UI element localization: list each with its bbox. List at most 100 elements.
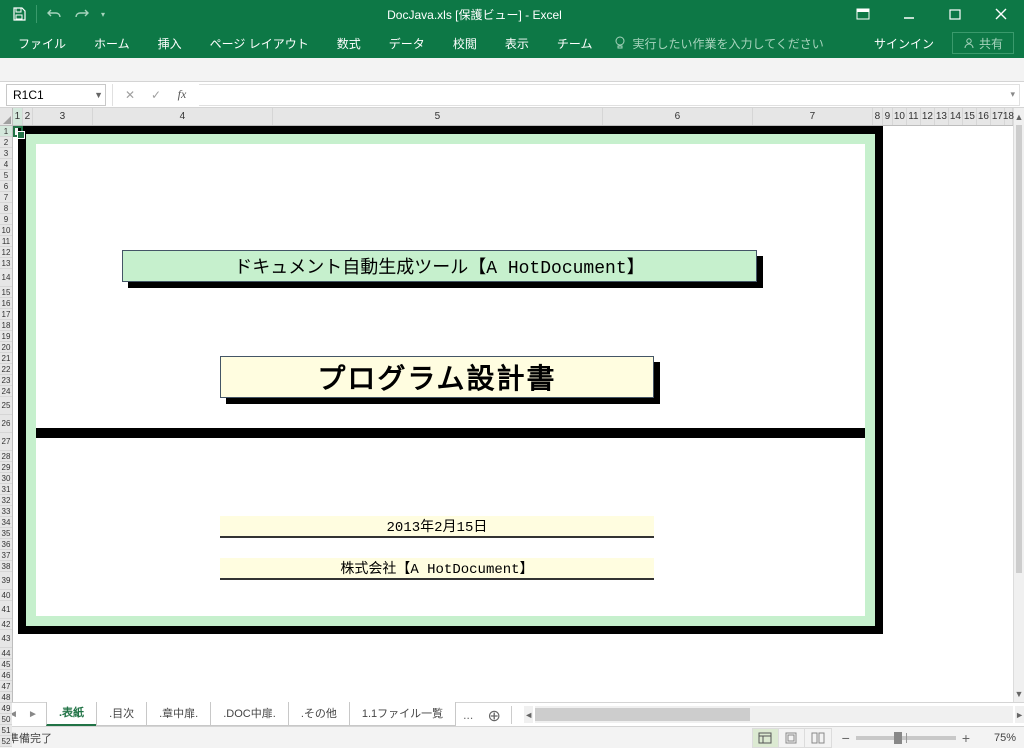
hscroll-track[interactable]: [535, 706, 1013, 723]
column-header[interactable]: 10: [893, 108, 907, 125]
tab-team[interactable]: チーム: [543, 28, 607, 58]
row-header[interactable]: 17: [0, 309, 12, 320]
row-header[interactable]: 29: [0, 462, 12, 473]
zoom-slider[interactable]: [856, 736, 956, 740]
name-box[interactable]: R1C1 ▼: [6, 84, 106, 106]
row-header[interactable]: 24: [0, 386, 12, 397]
scroll-up-button[interactable]: ▲: [1014, 108, 1024, 125]
row-header[interactable]: 49: [0, 703, 12, 714]
column-header[interactable]: 11: [907, 108, 921, 125]
row-header[interactable]: 25: [0, 397, 12, 415]
tab-insert[interactable]: 挿入: [144, 28, 196, 58]
row-header[interactable]: 36: [0, 539, 12, 550]
tab-view[interactable]: 表示: [491, 28, 543, 58]
tab-file[interactable]: ファイル: [4, 28, 80, 58]
column-header[interactable]: 16: [977, 108, 991, 125]
row-header[interactable]: 5: [0, 170, 12, 181]
row-header[interactable]: 26: [0, 415, 12, 433]
row-header[interactable]: 42: [0, 619, 12, 630]
zoom-out-button[interactable]: −: [842, 730, 850, 746]
row-header[interactable]: 12: [0, 247, 12, 258]
scroll-left-button[interactable]: ◄: [524, 706, 533, 723]
column-header[interactable]: 2: [23, 108, 33, 125]
row-header[interactable]: 3: [0, 148, 12, 159]
column-header[interactable]: 12: [921, 108, 935, 125]
row-header[interactable]: 48: [0, 692, 12, 703]
row-header[interactable]: 30: [0, 473, 12, 484]
sheet-tabs-more[interactable]: ...: [455, 704, 481, 726]
row-header[interactable]: 20: [0, 342, 12, 353]
sheet-tab-other[interactable]: .その他: [288, 701, 350, 726]
column-header[interactable]: 1: [13, 108, 23, 125]
row-header[interactable]: 15: [0, 287, 12, 298]
row-header[interactable]: 1: [0, 126, 12, 137]
column-header[interactable]: 15: [963, 108, 977, 125]
column-header[interactable]: 3: [33, 108, 93, 125]
row-header[interactable]: 32: [0, 495, 12, 506]
new-sheet-button[interactable]: ⊕: [481, 706, 507, 726]
row-header[interactable]: 13: [0, 258, 12, 269]
column-header[interactable]: 5: [273, 108, 603, 125]
chevron-down-icon[interactable]: ▼: [94, 90, 103, 100]
tell-me[interactable]: 実行したい作業を入力してください: [614, 28, 823, 58]
maximize-button[interactable]: [932, 0, 978, 28]
column-header[interactable]: 13: [935, 108, 949, 125]
expand-formula-icon[interactable]: ▾: [1010, 89, 1015, 100]
signin-link[interactable]: サインイン: [862, 28, 946, 58]
cancel-formula-button[interactable]: ✕: [119, 85, 141, 105]
row-header[interactable]: 37: [0, 550, 12, 561]
sheet-tab-toc[interactable]: .目次: [96, 701, 147, 726]
row-header[interactable]: 11: [0, 236, 12, 247]
row-header[interactable]: 7: [0, 192, 12, 203]
cells-viewport[interactable]: ドキュメント自動生成ツール【A HotDocument】 プログラム設計書 20…: [13, 126, 1013, 702]
row-header[interactable]: 51: [0, 725, 12, 736]
sheet-tab-doc[interactable]: .DOC中扉.: [210, 701, 289, 726]
sheet-tab-chapter[interactable]: .章中扉.: [146, 701, 211, 726]
column-header[interactable]: 14: [949, 108, 963, 125]
qat-customize-button[interactable]: ▾: [97, 2, 109, 26]
zoom-slider-thumb[interactable]: [894, 732, 902, 744]
column-header[interactable]: 8: [873, 108, 883, 125]
normal-view-button[interactable]: [753, 729, 779, 747]
formula-input[interactable]: ▾: [199, 84, 1020, 106]
save-button[interactable]: [6, 2, 32, 26]
column-header[interactable]: 6: [603, 108, 753, 125]
tab-formulas[interactable]: 数式: [323, 28, 375, 58]
row-header[interactable]: 34: [0, 517, 12, 528]
row-header[interactable]: 52: [0, 736, 12, 747]
vscroll-track[interactable]: [1014, 125, 1024, 685]
sheet-tab-cover[interactable]: .表紙: [46, 700, 97, 726]
column-header[interactable]: 9: [883, 108, 893, 125]
row-header[interactable]: 19: [0, 331, 12, 342]
sheet-tab-filelist[interactable]: 1.1ファイル一覧: [349, 701, 456, 726]
sheet-nav-next[interactable]: ►: [26, 706, 40, 724]
redo-button[interactable]: [69, 2, 95, 26]
minimize-button[interactable]: [886, 0, 932, 28]
zoom-in-button[interactable]: +: [962, 730, 970, 746]
row-header[interactable]: 18: [0, 320, 12, 331]
row-header[interactable]: 44: [0, 648, 12, 659]
row-header[interactable]: 8: [0, 203, 12, 214]
row-header[interactable]: 10: [0, 225, 12, 236]
row-header[interactable]: 45: [0, 659, 12, 670]
row-header[interactable]: 4: [0, 159, 12, 170]
row-header[interactable]: 39: [0, 572, 12, 590]
enter-formula-button[interactable]: ✓: [145, 85, 167, 105]
row-header[interactable]: 14: [0, 269, 12, 287]
row-header[interactable]: 40: [0, 590, 12, 601]
row-header[interactable]: 23: [0, 375, 12, 386]
column-header[interactable]: 4: [93, 108, 273, 125]
page-layout-view-button[interactable]: [779, 729, 805, 747]
scroll-right-button[interactable]: ►: [1015, 706, 1024, 723]
row-header[interactable]: 43: [0, 630, 12, 648]
tab-home[interactable]: ホーム: [80, 28, 144, 58]
insert-function-button[interactable]: fx: [171, 85, 193, 105]
row-header[interactable]: 16: [0, 298, 12, 309]
select-all-button[interactable]: [0, 108, 12, 126]
scroll-down-button[interactable]: ▼: [1014, 685, 1024, 702]
tab-data[interactable]: データ: [375, 28, 439, 58]
vertical-scrollbar[interactable]: ▲ ▼: [1013, 108, 1024, 702]
hscroll-thumb[interactable]: [535, 708, 750, 721]
row-header[interactable]: 6: [0, 181, 12, 192]
vscroll-thumb[interactable]: [1016, 125, 1022, 573]
